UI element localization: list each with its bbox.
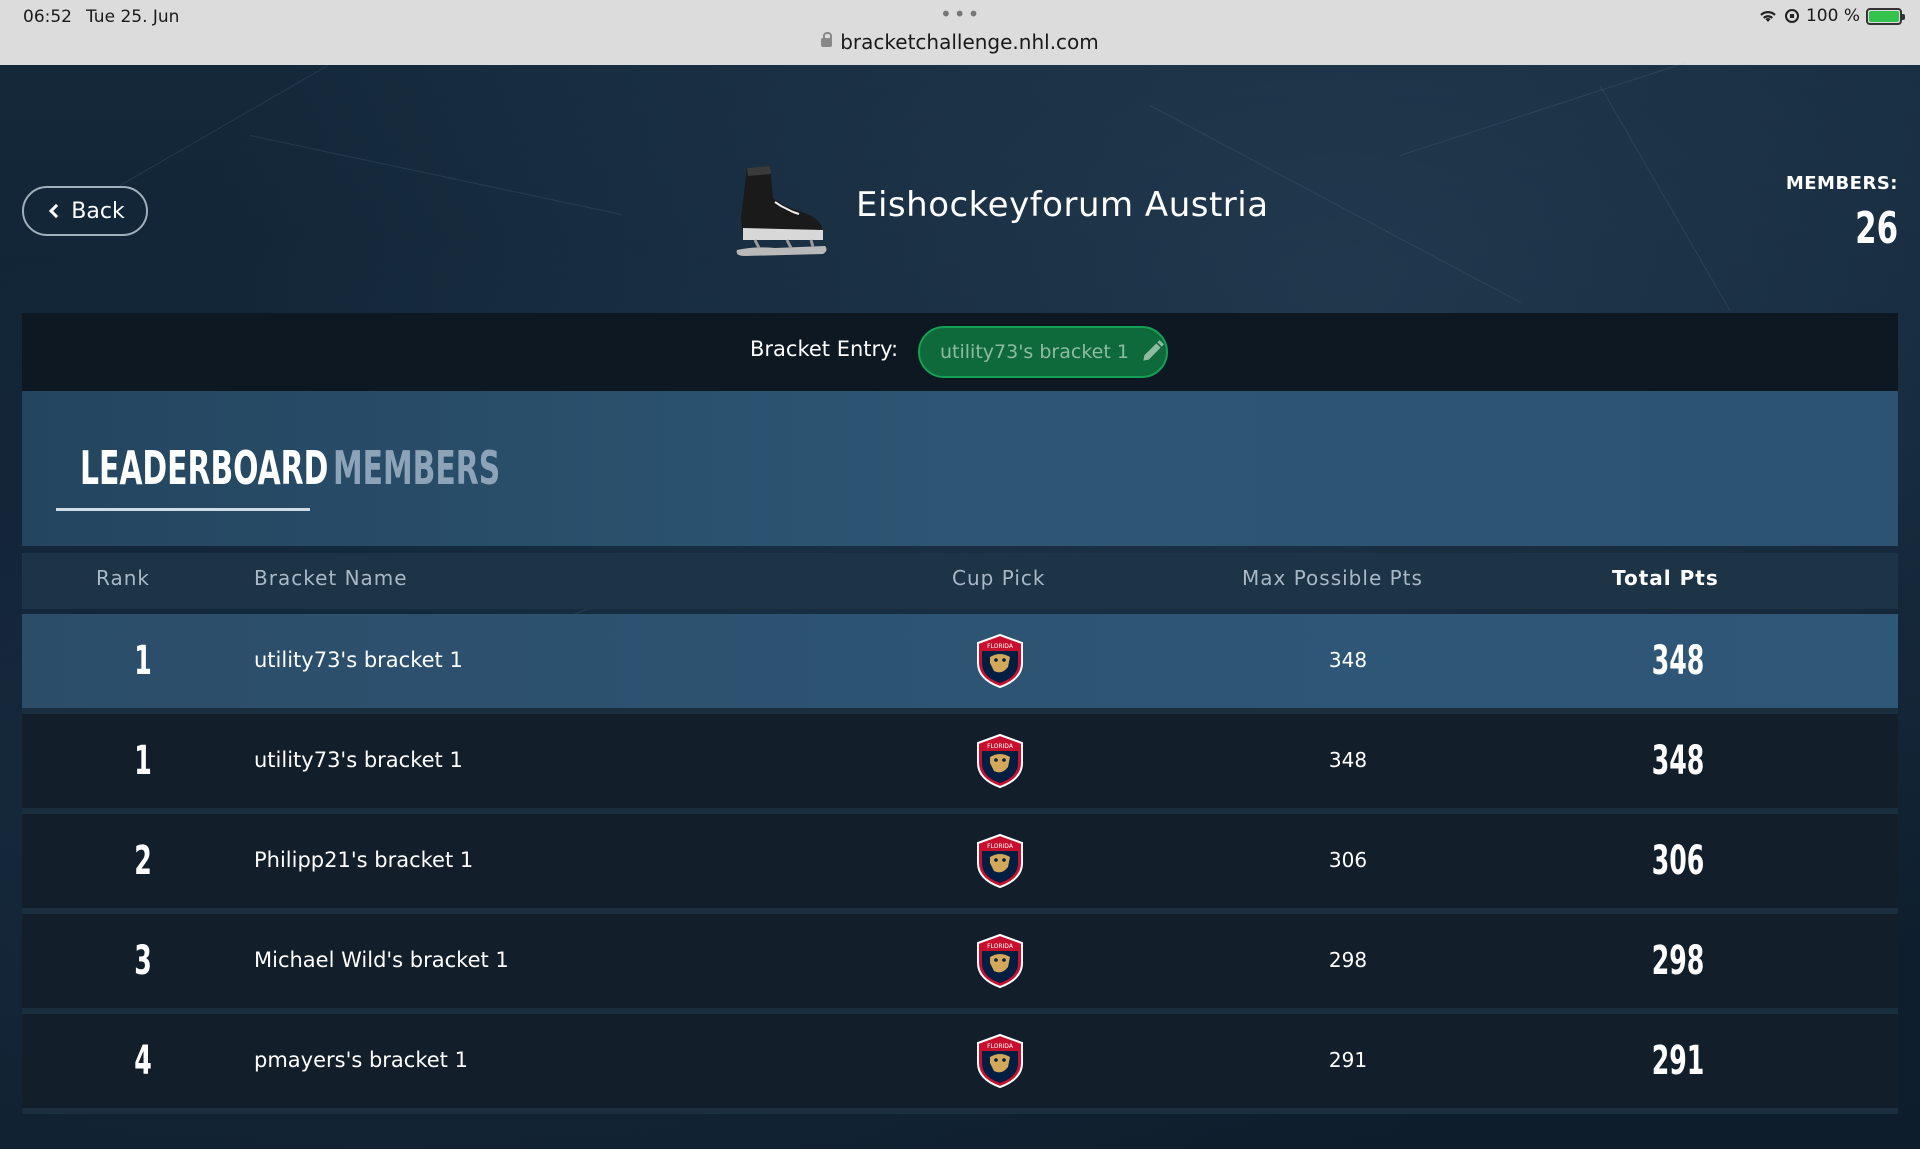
members-label: MEMBERS: bbox=[1785, 173, 1898, 194]
row-rank: 3 bbox=[134, 938, 152, 984]
svg-text:FLORIDA: FLORIDA bbox=[987, 843, 1014, 850]
svg-text:FLORIDA: FLORIDA bbox=[987, 1043, 1014, 1050]
bracket-entry-label: Bracket Entry: bbox=[750, 337, 899, 361]
column-rank[interactable]: Rank bbox=[96, 566, 150, 590]
table-row[interactable]: 4 pmayers's bracket 1 FLORIDA 291 291 bbox=[22, 1014, 1898, 1108]
florida-panthers-logo-icon: FLORIDA bbox=[977, 1033, 1023, 1089]
row-bracket-name[interactable]: pmayers's bracket 1 bbox=[254, 1048, 468, 1072]
table-row[interactable]: 1 utility73's bracket 1 FLORIDA 348 348 bbox=[22, 614, 1898, 708]
bracket-entry-bar: Bracket Entry: utility73's bracket 1 bbox=[22, 313, 1898, 391]
row-rank: 1 bbox=[134, 638, 152, 684]
url-text: bracketchallenge.nhl.com bbox=[840, 30, 1099, 54]
florida-panthers-logo-icon: FLORIDA bbox=[977, 633, 1023, 689]
lock-icon bbox=[821, 32, 833, 47]
row-max-pts: 348 bbox=[1328, 748, 1368, 772]
row-rank: 4 bbox=[134, 1038, 152, 1084]
svg-text:FLORIDA: FLORIDA bbox=[987, 743, 1014, 750]
row-max-pts: 306 bbox=[1328, 848, 1368, 872]
pencil-icon bbox=[1143, 340, 1164, 361]
bracket-entry-select[interactable]: utility73's bracket 1 bbox=[918, 326, 1168, 378]
row-max-pts: 291 bbox=[1328, 1048, 1368, 1072]
tab-leaderboard[interactable]: LEADERBOARD bbox=[80, 441, 328, 495]
battery-icon bbox=[1866, 7, 1905, 25]
row-divider bbox=[22, 1108, 1898, 1114]
status-indicators: 100 % bbox=[1758, 6, 1905, 26]
tabs-panel: LEADERBOARD MEMBERS bbox=[22, 391, 1898, 546]
row-total-pts: 306 bbox=[1651, 838, 1705, 884]
status-date: Tue 25. Jun bbox=[86, 7, 180, 27]
row-total-pts: 291 bbox=[1651, 1038, 1705, 1084]
bracket-entry-value: utility73's bracket 1 bbox=[940, 341, 1129, 363]
svg-text:FLORIDA: FLORIDA bbox=[987, 943, 1014, 950]
active-tab-underline bbox=[56, 508, 310, 511]
wifi-icon bbox=[1760, 11, 1776, 22]
column-cup-pick[interactable]: Cup Pick bbox=[952, 566, 1045, 590]
table-row[interactable]: 1 utility73's bracket 1 FLORIDA 348 348 bbox=[22, 714, 1898, 808]
group-title: Eishockeyforum Austria bbox=[856, 185, 1269, 225]
url-bar[interactable]: bracketchallenge.nhl.com bbox=[0, 30, 1920, 54]
row-max-pts: 348 bbox=[1328, 648, 1368, 672]
tab-members[interactable]: MEMBERS bbox=[333, 441, 500, 495]
battery-percent: 100 % bbox=[1805, 6, 1860, 26]
status-time: 06:52 bbox=[23, 7, 72, 27]
row-bracket-name[interactable]: Michael Wild's bracket 1 bbox=[254, 948, 509, 972]
row-rank: 1 bbox=[134, 738, 152, 784]
row-total-pts: 348 bbox=[1651, 638, 1705, 684]
svg-text:FLORIDA: FLORIDA bbox=[987, 643, 1014, 650]
row-total-pts: 298 bbox=[1651, 938, 1705, 984]
row-bracket-name[interactable]: utility73's bracket 1 bbox=[254, 648, 463, 672]
table-row[interactable]: 3 Michael Wild's bracket 1 FLORIDA 298 2… bbox=[22, 914, 1898, 1008]
orientation-lock-icon bbox=[1784, 9, 1799, 23]
table-header: Rank Bracket Name Cup Pick Max Possible … bbox=[22, 553, 1898, 609]
column-total-pts[interactable]: Total Pts bbox=[1612, 566, 1719, 590]
more-dots-icon[interactable]: ••• bbox=[940, 2, 981, 26]
table-row[interactable]: 2 Philipp21's bracket 1 FLORIDA 306 306 bbox=[22, 814, 1898, 908]
florida-panthers-logo-icon: FLORIDA bbox=[977, 833, 1023, 889]
ice-skate-icon bbox=[736, 166, 827, 256]
florida-panthers-logo-icon: FLORIDA bbox=[977, 733, 1023, 789]
column-bracket-name[interactable]: Bracket Name bbox=[254, 566, 408, 590]
row-max-pts: 298 bbox=[1328, 948, 1368, 972]
row-rank: 2 bbox=[134, 838, 152, 884]
florida-panthers-logo-icon: FLORIDA bbox=[977, 933, 1023, 989]
row-bracket-name[interactable]: Philipp21's bracket 1 bbox=[254, 848, 473, 872]
chevron-left-icon bbox=[49, 203, 64, 219]
members-count: 26 bbox=[1855, 203, 1898, 254]
back-button[interactable]: Back bbox=[22, 186, 148, 236]
row-bracket-name[interactable]: utility73's bracket 1 bbox=[254, 748, 463, 772]
browser-status-bar: 06:52 Tue 25. Jun ••• 100 % bracketchall… bbox=[0, 0, 1920, 65]
row-total-pts: 348 bbox=[1651, 738, 1705, 784]
back-label: Back bbox=[71, 198, 125, 224]
column-max-possible-pts[interactable]: Max Possible Pts bbox=[1242, 566, 1423, 590]
